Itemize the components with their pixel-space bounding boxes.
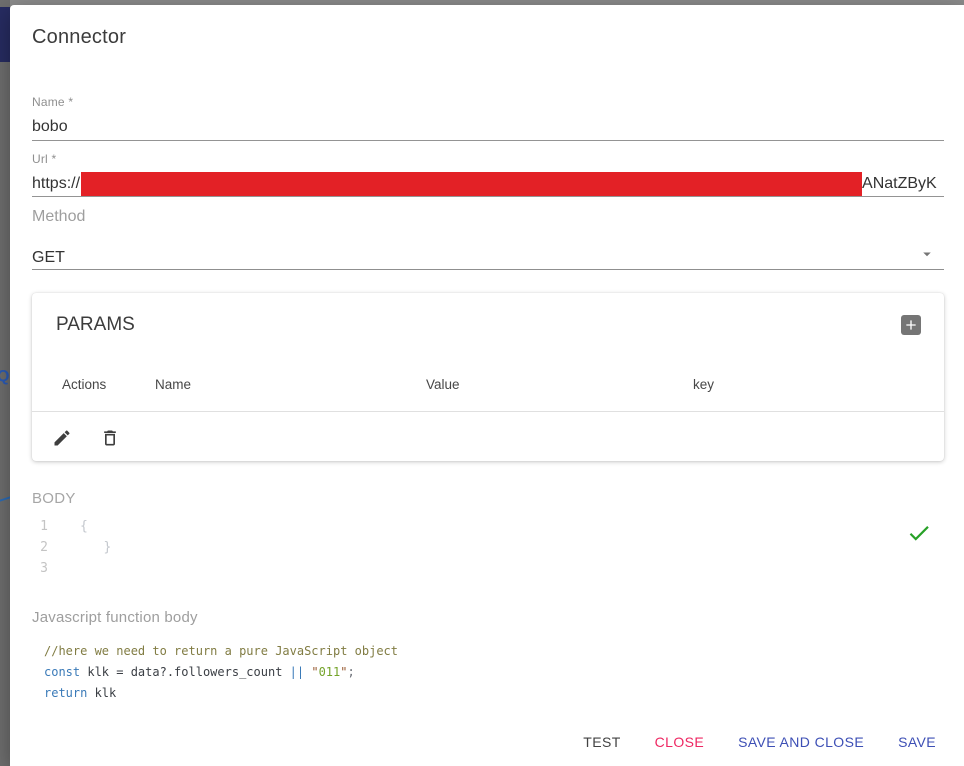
line-number: 3 bbox=[32, 558, 48, 579]
chevron-down-icon[interactable] bbox=[918, 245, 936, 263]
params-table-header: Actions Name Value key bbox=[32, 377, 944, 391]
delete-param-button[interactable] bbox=[100, 428, 120, 448]
url-suffix-text: ANatZByK bbox=[862, 175, 937, 193]
background-logo-glyph: Q bbox=[0, 368, 9, 386]
trash-icon bbox=[100, 428, 120, 448]
method-label: Method bbox=[32, 208, 944, 225]
params-card: PARAMS Actions Name Value key bbox=[32, 293, 944, 461]
name-input[interactable]: bobo bbox=[32, 115, 944, 140]
close-button[interactable]: CLOSE bbox=[647, 724, 712, 760]
name-field-label: Name * bbox=[32, 95, 944, 109]
column-header-actions: Actions bbox=[62, 377, 106, 392]
line-code: } bbox=[80, 537, 111, 558]
method-select[interactable]: Method GET bbox=[32, 208, 944, 270]
js-line-return: return klk bbox=[44, 683, 944, 704]
edit-param-button[interactable] bbox=[52, 428, 72, 448]
pencil-icon bbox=[52, 428, 72, 448]
dialog-title: Connector bbox=[32, 25, 944, 49]
body-editor-label: BODY bbox=[32, 491, 944, 507]
url-field[interactable]: Url * https:// ANatZByK bbox=[32, 152, 944, 197]
save-and-close-button[interactable]: SAVE AND CLOSE bbox=[730, 724, 872, 760]
params-title: PARAMS bbox=[56, 315, 135, 335]
editor-line: 2 } bbox=[32, 537, 944, 558]
editor-line: 3 bbox=[32, 558, 944, 579]
add-param-button[interactable] bbox=[901, 315, 921, 335]
background-app-header bbox=[0, 7, 10, 62]
connector-dialog: Connector Name * bobo Url * https:// ANa… bbox=[10, 5, 964, 766]
js-line-comment: //here we need to return a pure JavaScri… bbox=[44, 641, 944, 662]
background-chart-line bbox=[0, 496, 10, 503]
method-selected-value[interactable]: GET bbox=[32, 247, 944, 269]
line-number: 2 bbox=[32, 537, 48, 558]
dialog-actions: TEST CLOSE SAVE AND CLOSE SAVE bbox=[32, 724, 944, 760]
name-field[interactable]: Name * bobo bbox=[32, 95, 944, 141]
column-header-value: Value bbox=[426, 377, 460, 392]
test-button[interactable]: TEST bbox=[575, 724, 628, 760]
url-input[interactable]: https:// ANatZByK bbox=[32, 171, 944, 196]
line-code: { bbox=[80, 516, 88, 537]
url-prefix-text: https:// bbox=[32, 175, 80, 193]
valid-check-icon bbox=[906, 520, 932, 546]
page-backdrop-left: Q bbox=[0, 0, 10, 766]
url-field-label: Url * bbox=[32, 152, 944, 166]
table-row bbox=[32, 412, 944, 461]
editor-line: 1 { bbox=[32, 516, 944, 537]
line-number: 1 bbox=[32, 516, 48, 537]
column-header-name: Name bbox=[155, 377, 191, 392]
plus-icon bbox=[903, 317, 919, 333]
save-button[interactable]: SAVE bbox=[890, 724, 944, 760]
body-code-editor[interactable]: 1 { 2 } 3 bbox=[32, 516, 944, 579]
url-redaction-block bbox=[81, 172, 862, 196]
js-editor-label: Javascript function body bbox=[32, 609, 944, 626]
column-header-key: key bbox=[693, 377, 714, 392]
js-code-editor[interactable]: //here we need to return a pure JavaScri… bbox=[32, 641, 944, 704]
js-line-const: const klk = data?.followers_count || "01… bbox=[44, 662, 944, 683]
